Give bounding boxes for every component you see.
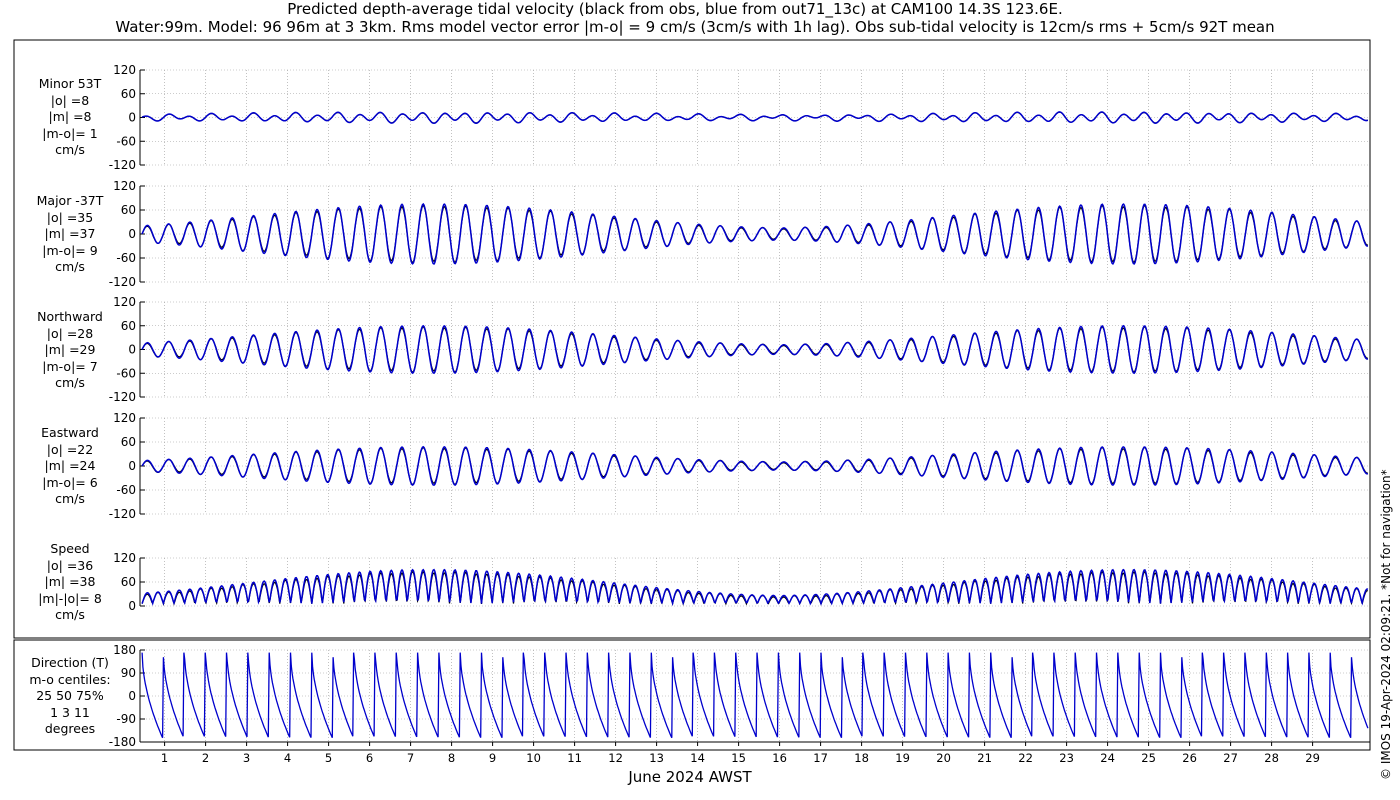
y-tick-label: -60 <box>116 483 136 497</box>
y-tick-label: -90 <box>116 712 136 726</box>
y-tick-label: -60 <box>116 134 136 148</box>
y-tick-label: 60 <box>121 319 136 333</box>
y-tick-label: -120 <box>109 507 136 521</box>
x-tick-label: 29 <box>1305 751 1320 765</box>
x-tick-label: 6 <box>366 751 373 765</box>
x-tick-label: 2 <box>202 751 209 765</box>
x-tick-label: 19 <box>895 751 910 765</box>
x-tick-label: 23 <box>1059 751 1074 765</box>
x-tick-label: 18 <box>854 751 869 765</box>
x-tick-label: 15 <box>731 751 746 765</box>
y-tick-label: -120 <box>109 275 136 289</box>
x-tick-label: 7 <box>407 751 414 765</box>
y-tick-label: 120 <box>113 63 136 77</box>
x-tick-label: 20 <box>936 751 951 765</box>
y-tick-label: 60 <box>121 575 136 589</box>
x-tick-label: 12 <box>608 751 623 765</box>
y-tick-label: 120 <box>113 411 136 425</box>
x-tick-label: 3 <box>243 751 250 765</box>
x-tick-label: 24 <box>1100 751 1115 765</box>
x-tick-label: 10 <box>526 751 541 765</box>
series-speed-model <box>141 568 1369 607</box>
y-tick-label: 0 <box>128 599 136 613</box>
tidal-velocity-chart: 120600-60-120120600-60-120120600-60-1201… <box>13 39 1371 765</box>
y-tick-label: 0 <box>128 343 136 357</box>
y-tick-label: 0 <box>128 227 136 241</box>
x-tick-label: 13 <box>649 751 664 765</box>
x-tick-label: 26 <box>1182 751 1197 765</box>
y-tick-label: 0 <box>128 689 136 703</box>
x-tick-label: 28 <box>1264 751 1279 765</box>
x-tick-label: 16 <box>772 751 787 765</box>
upper-frame <box>13 39 1371 639</box>
y-tick-label: 0 <box>128 459 136 473</box>
x-tick-label: 4 <box>284 751 291 765</box>
x-axis-label: June 2024 AWST <box>628 768 752 786</box>
x-tick-label: 27 <box>1223 751 1238 765</box>
x-tick-label: 11 <box>567 751 582 765</box>
y-tick-label: 0 <box>128 111 136 125</box>
x-tick-label: 17 <box>813 751 828 765</box>
y-tick-label: 60 <box>121 87 136 101</box>
y-tick-label: 60 <box>121 203 136 217</box>
y-tick-label: 120 <box>113 179 136 193</box>
y-tick-label: 180 <box>113 643 136 657</box>
x-tick-label: 22 <box>1018 751 1033 765</box>
x-tick-label: 1 <box>161 751 168 765</box>
x-tick-label: 5 <box>325 751 332 765</box>
x-tick-label: 21 <box>977 751 992 765</box>
x-tick-label: 25 <box>1141 751 1156 765</box>
x-tick-label: 14 <box>690 751 705 765</box>
y-tick-label: -60 <box>116 251 136 265</box>
y-tick-label: 120 <box>113 295 136 309</box>
y-tick-label: 120 <box>113 551 136 565</box>
y-tick-label: -60 <box>116 366 136 380</box>
y-tick-label: -120 <box>109 158 136 172</box>
y-tick-label: -180 <box>109 735 136 749</box>
series-direction-model <box>141 652 1369 739</box>
y-tick-label: 90 <box>121 666 136 680</box>
x-tick-label: 9 <box>489 751 496 765</box>
x-tick-label: 8 <box>448 751 455 765</box>
y-tick-label: 60 <box>121 435 136 449</box>
copyright-notice: © IMOS 19-Apr-2024 02:09:21. *Not for na… <box>1379 469 1393 780</box>
y-tick-label: -120 <box>109 390 136 404</box>
